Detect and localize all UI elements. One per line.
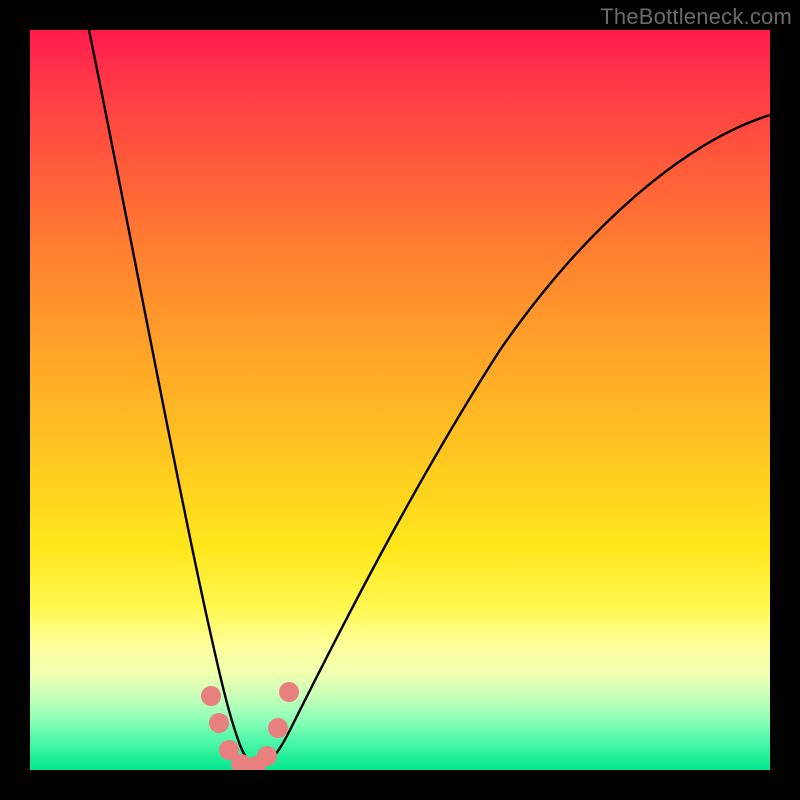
curve-marker (257, 746, 277, 766)
curve-marker (201, 686, 221, 706)
curve-svg (30, 30, 770, 770)
watermark-text: TheBottleneck.com (600, 4, 792, 30)
curve-marker (268, 718, 288, 738)
bottleneck-curve-path (89, 30, 770, 767)
curve-marker (279, 682, 299, 702)
plot-area (30, 30, 770, 770)
chart-frame: TheBottleneck.com (0, 0, 800, 800)
curve-marker (209, 713, 229, 733)
